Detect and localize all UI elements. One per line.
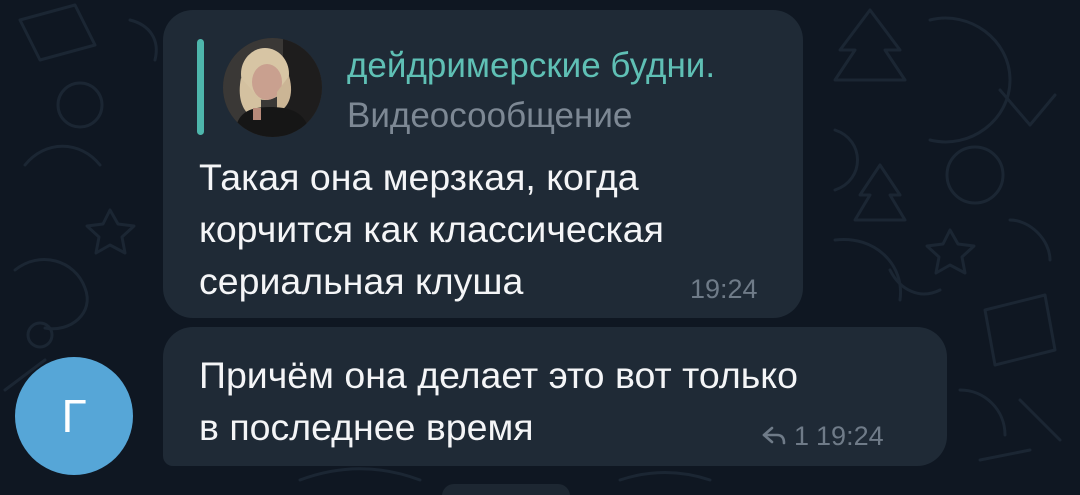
message-text: Причём она делает это вот только в после… bbox=[199, 354, 798, 448]
message-time: 19:24 bbox=[816, 420, 884, 451]
message-bubble[interactable]: дейдримерские будни. Видеосообщение Така… bbox=[163, 10, 803, 318]
avatar-letter: Г bbox=[61, 390, 87, 442]
chat-view: дейдримерские будни. Видеосообщение Така… bbox=[0, 0, 1080, 495]
reply-quote-bar bbox=[197, 39, 204, 135]
reply-arrow-icon[interactable] bbox=[761, 425, 787, 447]
reply-message-type: Видеосообщение bbox=[347, 96, 633, 135]
video-circle-thumbnail-icon bbox=[223, 38, 322, 137]
message-meta: 1 19:24 bbox=[761, 420, 884, 452]
message-text: Такая она мерзкая, когда корчится как кл… bbox=[199, 156, 664, 302]
reply-count[interactable]: 1 bbox=[794, 421, 809, 452]
message-bubble[interactable]: Причём она делает это вот только в после… bbox=[163, 327, 947, 466]
video-thumbnail[interactable] bbox=[223, 38, 322, 137]
reply-author-name[interactable]: дейдримерские будни. bbox=[347, 46, 715, 86]
scroll-hint bbox=[442, 484, 570, 495]
message-time: 19:24 bbox=[690, 274, 758, 304]
sender-avatar[interactable]: Г bbox=[15, 357, 133, 475]
